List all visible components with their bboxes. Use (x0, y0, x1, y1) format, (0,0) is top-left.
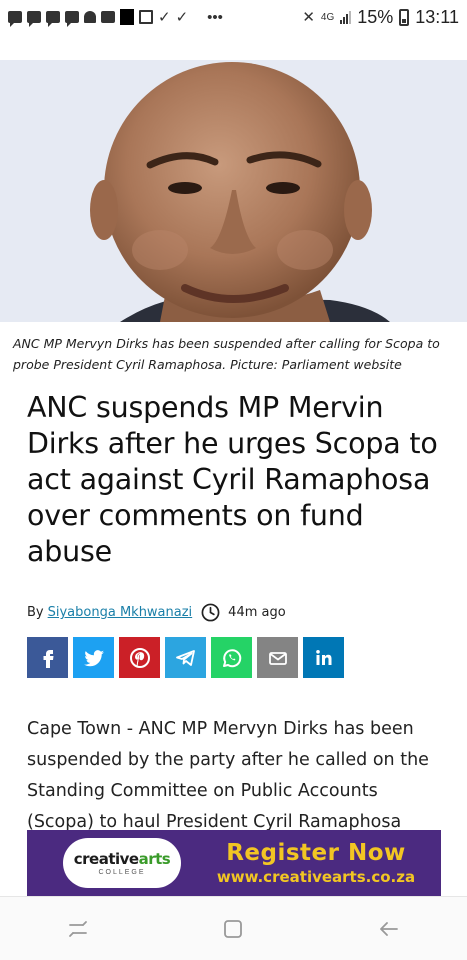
article-body: Cape Town - ANC MP Mervyn Dirks has been… (27, 719, 429, 832)
signal-icon (340, 10, 352, 24)
status-bar: ✓ ✓ ••• ✕ 4G 15% 13:11 (0, 0, 467, 34)
message-icon (46, 11, 60, 27)
pinterest-share-button[interactable] (119, 637, 160, 678)
system-nav-bar (0, 896, 467, 960)
email-icon (268, 651, 287, 665)
network-type: 4G (320, 11, 335, 23)
facebook-icon (43, 649, 53, 668)
notification-icons: ✓ ✓ ••• (8, 8, 302, 27)
ad-logo-text: creativearts (73, 850, 171, 868)
message-icon (27, 11, 41, 27)
ad-url: www.creativearts.co.za (216, 868, 416, 886)
black-square-icon (120, 9, 134, 25)
linkedin-share-button[interactable] (303, 637, 344, 678)
article-headline: ANC suspends MP Mervin Dirks after he ur… (27, 391, 438, 568)
mute-icon: ✕ (302, 9, 315, 26)
back-button[interactable] (359, 909, 419, 949)
recent-apps-button[interactable] (48, 909, 108, 949)
ad-text: Register Now www.creativearts.co.za (191, 840, 441, 886)
ad-banner[interactable]: creativearts COLLEGE Register Now www.cr… (27, 830, 441, 896)
back-icon (380, 921, 399, 936)
author-link[interactable]: Siyabonga Mkhwanazi (48, 605, 193, 620)
check-icon: ✓ (158, 9, 171, 26)
message-icon (65, 11, 79, 27)
whatsapp-share-button[interactable] (211, 637, 252, 678)
whatsapp-icon (222, 648, 241, 667)
check-icon: ✓ (175, 9, 189, 26)
linkedin-icon (315, 649, 331, 665)
system-icons: ✕ 4G 15% 13:11 (302, 7, 459, 28)
gallery-icon (139, 10, 153, 24)
twitter-icon (83, 649, 104, 666)
byline-prefix: By (27, 605, 44, 620)
clock: 13:11 (415, 6, 459, 27)
byline: By Siyabonga Mkhwanazi 44m ago (27, 603, 286, 622)
photo-caption: ANC MP Mervyn Dirks has been suspended a… (13, 336, 440, 372)
message-icon (8, 11, 22, 27)
recent-apps-icon (68, 920, 87, 937)
clock-icon (201, 603, 220, 622)
battery-percent: 15% (357, 6, 394, 27)
publish-time: 44m ago (228, 605, 286, 620)
home-icon (224, 919, 243, 938)
ad-register-now: Register Now (226, 840, 406, 866)
telegram-icon (175, 649, 195, 666)
facebook-share-button[interactable] (27, 637, 68, 678)
home-button[interactable] (203, 909, 263, 949)
creativearts-logo: creativearts COLLEGE (63, 838, 181, 888)
email-share-button[interactable] (257, 637, 298, 678)
pinterest-icon (129, 647, 150, 668)
article-photo (0, 60, 467, 322)
image-icon (101, 11, 115, 23)
person-add-icon (84, 11, 96, 23)
twitter-share-button[interactable] (73, 637, 114, 678)
telegram-share-button[interactable] (165, 637, 206, 678)
share-buttons (27, 637, 344, 678)
ad-logo-subtitle: COLLEGE (98, 869, 146, 876)
battery-icon (399, 8, 410, 26)
more-notifications-icon: ••• (207, 8, 223, 26)
